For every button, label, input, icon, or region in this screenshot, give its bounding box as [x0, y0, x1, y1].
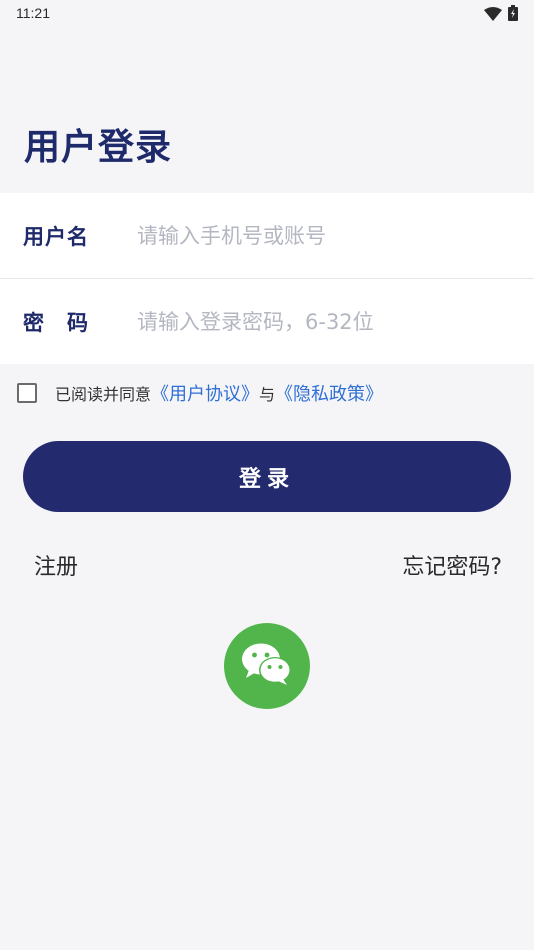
agreement-prefix: 已阅读并同意 [55, 385, 152, 404]
password-label: 密 码 [23, 310, 89, 335]
user-agreement-link[interactable]: 《用户协议》 [151, 380, 259, 406]
login-button[interactable]: 登录 [23, 441, 511, 512]
forgot-password-link[interactable]: 忘记密码? [402, 549, 502, 581]
password-input[interactable] [137, 309, 507, 334]
password-row: 密 码 [0, 278, 534, 364]
username-row: 用户名 [0, 193, 534, 278]
battery-icon [508, 5, 518, 25]
status-bar: 11:21 [0, 0, 534, 28]
agreement-row: 已阅读并同意 《用户协议》 与 《隐私政策》 [17, 380, 383, 406]
wechat-login-button[interactable] [224, 623, 310, 709]
wifi-icon [484, 6, 502, 25]
agreement-conjunction: 与 [259, 385, 276, 404]
privacy-policy-link[interactable]: 《隐私政策》 [275, 380, 383, 406]
register-link[interactable]: 注册 [34, 549, 78, 581]
username-input[interactable] [137, 223, 507, 248]
page-title: 用户登录 [24, 127, 173, 168]
agreement-checkbox[interactable] [17, 383, 37, 403]
login-form: 用户名 密 码 [0, 193, 534, 364]
status-icons [484, 5, 518, 25]
wechat-icon [241, 642, 293, 690]
username-label: 用户名 [23, 224, 89, 249]
status-time: 11:21 [16, 5, 50, 21]
